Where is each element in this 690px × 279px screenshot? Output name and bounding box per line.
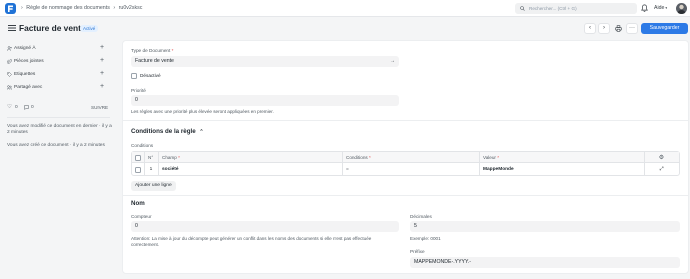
breadcrumb-doctype[interactable]: Règle de nommage des documents (26, 5, 110, 11)
comment-count: 0 (31, 105, 34, 110)
add-icon[interactable]: + (100, 44, 104, 51)
sidebar-item-tags[interactable]: Etiquettes + (7, 70, 107, 79)
column-header-field: Champ * (158, 152, 342, 163)
sidebar-item-label: Partagé avec (14, 85, 43, 90)
counter-value: 0 (135, 223, 138, 229)
naming-section-title: Nom (131, 200, 145, 207)
search-bar[interactable]: Rechercher... (Ctrl + G) (515, 3, 637, 14)
sidebar-item-shared-with[interactable]: Partagé avec + (7, 83, 107, 92)
add-icon[interactable]: + (100, 70, 104, 77)
section-divider (122, 120, 689, 121)
breadcrumb: › Règle de nommage des documents › ru0v2… (21, 5, 144, 11)
share-icon (7, 85, 12, 90)
notification-bell-icon[interactable] (641, 4, 648, 12)
breadcrumb-separator: › (21, 5, 23, 11)
add-icon[interactable]: + (100, 83, 104, 90)
sidebar-toggle-icon[interactable] (8, 25, 16, 31)
doctype-field[interactable]: Facture de vente → (131, 56, 399, 67)
last-modified-info: Vous avez modifié ce document en dernier… (7, 124, 112, 136)
add-icon[interactable]: + (100, 57, 104, 64)
select-all-checkbox[interactable] (135, 154, 141, 161)
save-button-label: Sauvegarder (649, 25, 680, 31)
chevron-up-icon: ⌃ (199, 129, 204, 135)
printer-icon (614, 25, 622, 32)
counter-field[interactable]: 0 (131, 221, 399, 232)
row-checkbox[interactable] (135, 167, 141, 173)
row-condition[interactable]: = (342, 164, 479, 176)
arrow-right-icon[interactable]: → (390, 56, 395, 67)
priority-hint: Les règles avec une priorité plus élevée… (131, 109, 274, 114)
decimals-value: 5 (414, 223, 417, 229)
engagement-counts: ♡ 0 0 SUIVRE (7, 104, 108, 113)
column-settings[interactable]: ⚙ (644, 152, 679, 163)
doctype-label: Type de Document * (131, 48, 174, 53)
conditions-label: Conditions (131, 143, 154, 148)
priority-field[interactable]: 0 (131, 95, 399, 106)
print-button[interactable] (612, 23, 624, 34)
column-header-conditions: Conditions * (342, 152, 479, 163)
page-title: Facture de vente (19, 23, 86, 33)
chevron-down-icon: ▾ (665, 6, 668, 10)
created-info: Vous avez créé ce document · il y a 2 mi… (7, 143, 105, 148)
save-button[interactable]: Sauvegarder (641, 23, 688, 34)
priority-value: 0 (135, 97, 138, 103)
search-input[interactable]: Rechercher... (Ctrl + G) (529, 6, 577, 11)
disabled-label: Désactivé (140, 73, 161, 78)
priority-label: Priorité (131, 88, 146, 93)
decimals-field[interactable]: 5 (410, 221, 680, 232)
app-logo[interactable] (5, 3, 16, 14)
sidebar-item-label: Assigné À (14, 46, 36, 51)
counter-label: Compteur (131, 214, 152, 219)
select-all-cell[interactable] (132, 152, 144, 163)
decimals-label: Décimales (410, 214, 432, 219)
chevron-left-icon: ‹ (589, 25, 591, 31)
decimals-hint: Exemple: 0001 (410, 236, 441, 241)
chevron-right-icon: › (603, 25, 605, 31)
add-row-button[interactable]: Ajouter une ligne (131, 181, 176, 191)
more-actions-button[interactable]: ··· (626, 23, 638, 34)
tag-icon (7, 72, 12, 77)
user-plus-icon (7, 46, 12, 51)
status-badge: Activé (80, 25, 99, 32)
settings-icon[interactable]: ⚙ (659, 155, 664, 161)
sidebar-item-label: Etiquettes (14, 72, 36, 77)
row-edit-icon[interactable]: ⤢ (644, 164, 679, 176)
sidebar-item-assigned-to[interactable]: Assigné À + (7, 44, 107, 53)
follow-button[interactable]: SUIVRE (91, 105, 108, 110)
paperclip-icon (7, 59, 12, 64)
disabled-checkbox[interactable] (131, 73, 137, 79)
section-divider (122, 195, 689, 196)
conditions-section-title[interactable]: Conditions de la règle ⌃ (131, 128, 204, 135)
top-navbar: › Règle de nommage des documents › ru0v2… (0, 0, 690, 17)
avatar[interactable] (676, 3, 687, 14)
sidebar-item-attachments[interactable]: Pièces jointes + (7, 57, 107, 66)
help-menu[interactable]: Aide▾ (654, 5, 667, 11)
breadcrumb-docname[interactable]: ru0v2sksc (119, 5, 143, 11)
sidebar-item-label: Pièces jointes (14, 59, 44, 64)
previous-document-button[interactable]: ‹ (584, 23, 596, 34)
prefix-label: Préfixe (410, 249, 425, 254)
doctype-value: Facture de vente (135, 58, 174, 64)
row-number: 1 (149, 167, 153, 172)
more-dots-icon: ··· (629, 25, 635, 31)
help-label: Aide (654, 5, 665, 11)
column-header-value: Valeur * (479, 152, 644, 163)
sidebar-divider (7, 117, 110, 118)
next-document-button[interactable]: › (598, 23, 610, 34)
comment-icon[interactable] (24, 105, 29, 110)
row-field[interactable]: société (158, 164, 342, 176)
prefix-value: MAPPEMONDE-.YYYY.- (414, 259, 471, 265)
conditions-table: N° Champ * Conditions * Valeur * ⚙ 1 soc… (131, 151, 680, 176)
counter-hint: Attention: La mise à jour du décompte pe… (131, 236, 372, 247)
search-icon (520, 6, 525, 11)
column-header-no: N° (144, 152, 158, 163)
like-count: 0 (15, 105, 18, 110)
heart-icon[interactable]: ♡ (7, 104, 12, 110)
breadcrumb-separator: › (113, 5, 116, 11)
prefix-field[interactable]: MAPPEMONDE-.YYYY.- (410, 257, 680, 268)
row-value[interactable]: MappeMonde (479, 164, 644, 176)
